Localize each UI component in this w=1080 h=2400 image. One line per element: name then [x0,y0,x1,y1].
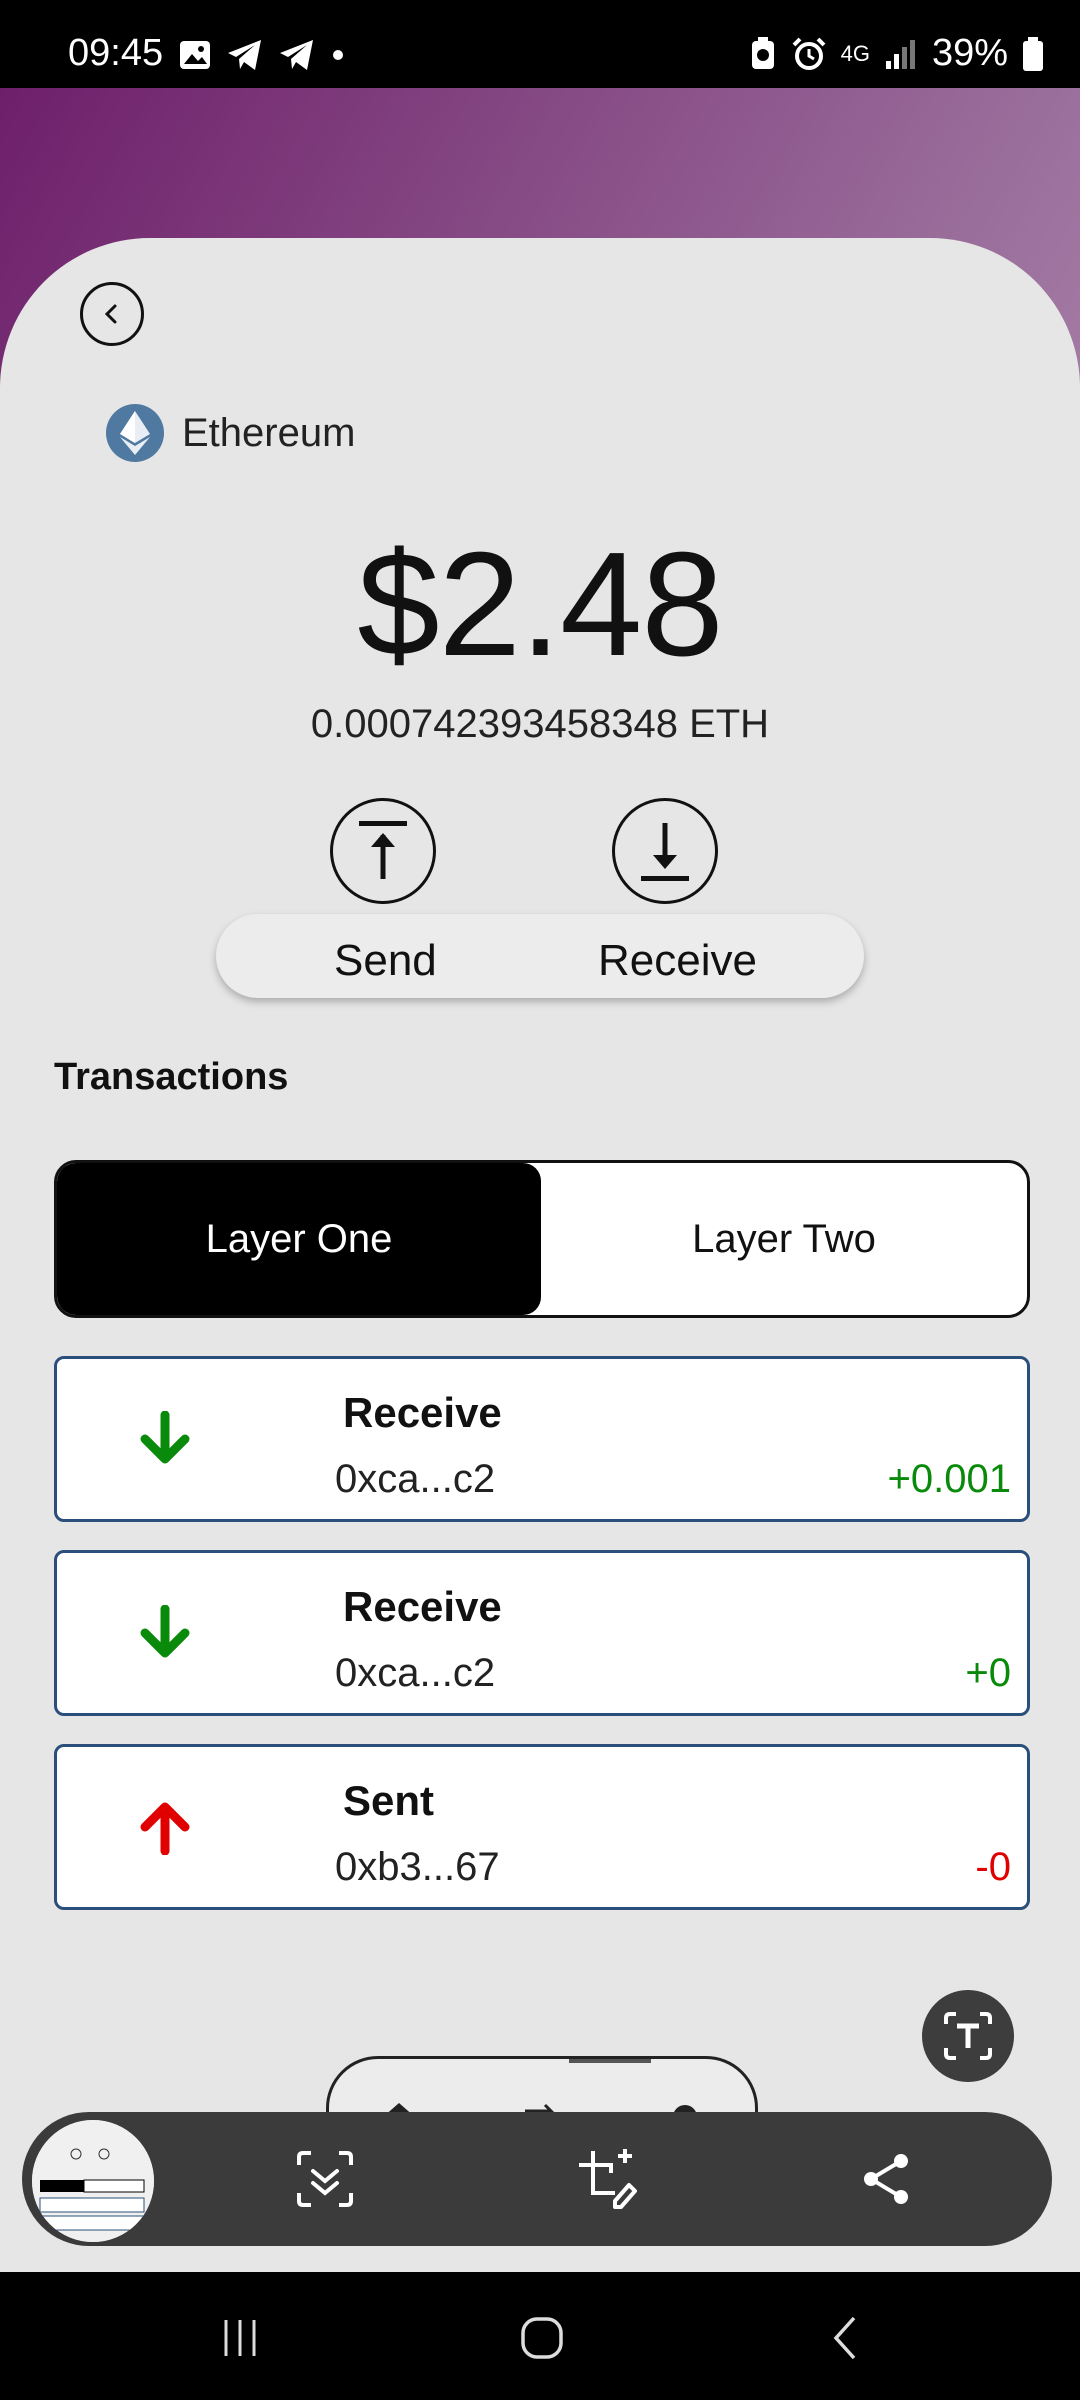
balance-eth: 0.000742393458348 ETH [310,702,770,746]
screenshot-toolbar [22,2112,1052,2246]
text-extract-icon [944,2012,992,2060]
share-icon [864,2154,908,2204]
send-button-icon[interactable] [330,798,436,904]
action-bar: Send Receive [216,914,864,998]
chevron-left-icon [104,304,117,324]
system-nav-bar [0,2272,1080,2400]
asset-name: Ethereum [182,410,356,455]
receive-button-icon[interactable] [612,798,718,904]
nav-indicator [569,2059,651,2063]
transaction-amount: +0.001 [887,1457,1011,1501]
receive-button[interactable]: Receive [598,936,757,986]
tab-layer-one[interactable]: Layer One [57,1163,541,1315]
recent-apps-icon [224,2320,256,2356]
layer-tabs: Layer One Layer Two [54,1160,1030,1318]
transaction-address: 0xca...c2 [335,1651,496,1695]
transaction-row[interactable]: Sent 0xb3...67 -0 [54,1744,1030,1910]
transaction-type: Receive [343,1389,502,1436]
tab-layer-two[interactable]: Layer Two [541,1163,1027,1315]
notification-icons [178,38,346,72]
arrow-down-icon [140,1411,190,1464]
crop-edit-icon [579,2149,637,2209]
status-bar: 09:45 4G 39% [0,0,1080,88]
download-icon [641,823,689,881]
screenshot-thumbnail[interactable] [28,2116,158,2246]
ethereum-logo-icon [106,404,164,462]
battery-saver-icon [751,36,774,69]
battery-percent: 39% [931,32,1008,74]
upload-icon [359,821,407,879]
status-time: 09:45 [68,32,164,74]
transaction-type: Receive [343,1583,502,1630]
battery-icon [1023,36,1043,71]
back-nav-button[interactable] [816,2308,876,2368]
transaction-type: Sent [343,1777,435,1824]
arrow-up-icon [140,1802,190,1855]
system-icons: 4G 39% [749,32,1044,75]
home-circle-icon [521,2317,563,2359]
network-type: 4G [840,40,870,66]
back-button[interactable] [80,282,144,346]
transaction-row[interactable]: Receive 0xca...c2 +0 [54,1550,1030,1716]
transaction-amount: +0 [965,1651,1011,1695]
scroll-capture-icon [297,2151,353,2207]
scroll-capture-button[interactable] [290,2144,360,2214]
telegram-icon [228,40,261,70]
transactions-title: Transactions [54,1056,289,1098]
balance-usd: $2.48 [357,522,723,687]
arrow-down-icon [140,1605,190,1658]
telegram-icon [280,40,313,70]
share-button[interactable] [852,2144,922,2214]
transaction-address: 0xb3...67 [335,1845,500,1889]
transaction-amount: -0 [975,1845,1011,1889]
alarm-icon [792,37,825,70]
back-arrow-icon [833,2316,856,2360]
signal-icon [885,39,915,69]
home-button[interactable] [512,2308,572,2368]
asset-header: Ethereum [106,404,355,462]
send-button[interactable]: Send [334,936,437,986]
dot-icon [333,50,343,60]
gallery-icon [180,41,210,69]
transaction-row[interactable]: Receive 0xca...c2 +0.001 [54,1356,1030,1522]
text-extract-button[interactable] [922,1990,1014,2082]
recent-apps-button[interactable] [210,2308,270,2368]
edit-button[interactable] [572,2144,642,2214]
transaction-address: 0xca...c2 [335,1457,496,1501]
